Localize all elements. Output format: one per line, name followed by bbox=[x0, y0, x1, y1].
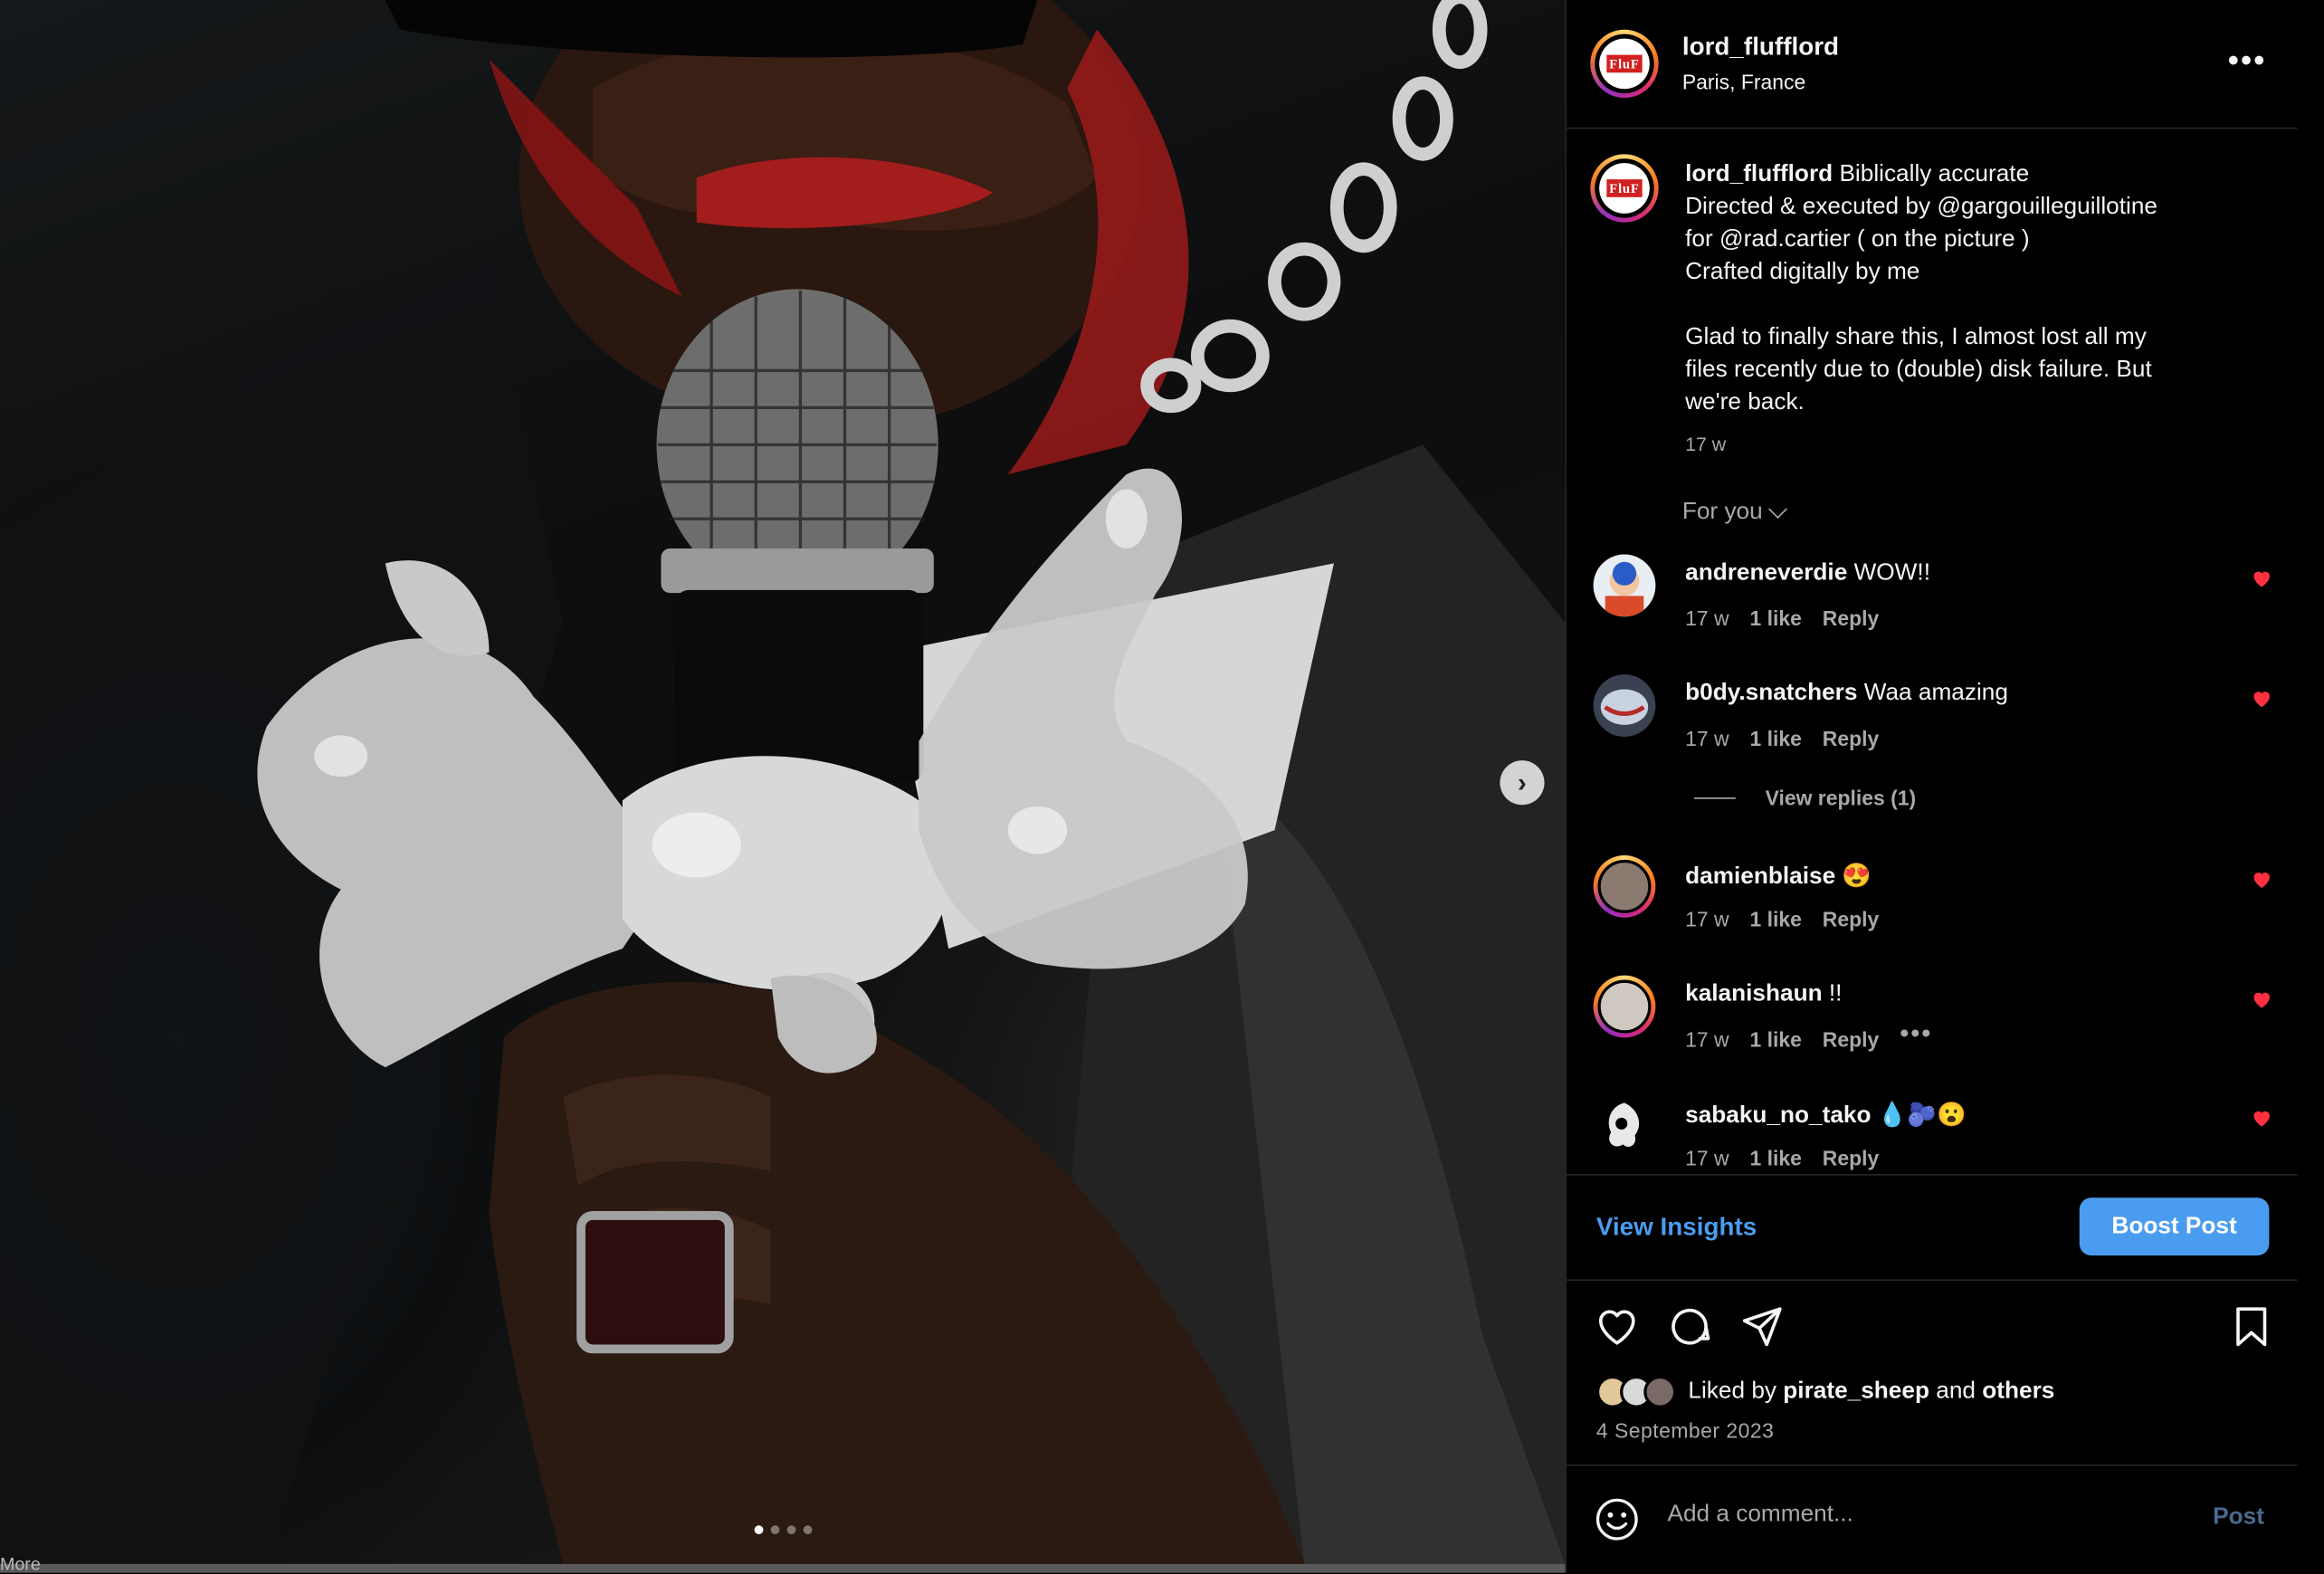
post-header: FluF lord_flufflord Paris, France ••• bbox=[1567, 0, 2300, 129]
heart-filled-icon[interactable] bbox=[2250, 1106, 2273, 1130]
caption-author-avatar[interactable]: FluF bbox=[1590, 154, 1659, 223]
caption-line: we're back. bbox=[1685, 389, 1805, 415]
emoji-icon[interactable] bbox=[1594, 1495, 1641, 1542]
caption-line: Crafted digitally by me bbox=[1685, 259, 1920, 285]
comment-input[interactable] bbox=[1667, 1502, 2172, 1529]
comment-time: 17 w bbox=[1685, 606, 1729, 631]
commenter-username[interactable]: b0dy.snatchers bbox=[1685, 681, 1857, 706]
comment-time: 17 w bbox=[1685, 907, 1729, 931]
commenter-username[interactable]: sabaku_no_tako bbox=[1685, 1102, 1871, 1128]
comment-text: 😍 bbox=[1835, 863, 1872, 890]
carousel-dot bbox=[786, 1525, 795, 1535]
caption-first-line: Biblically accurate bbox=[1833, 161, 2030, 187]
author-avatar[interactable]: FluF bbox=[1590, 29, 1659, 99]
sort-label: For you bbox=[1681, 499, 1763, 525]
heart-icon[interactable] bbox=[1594, 1303, 1641, 1350]
liker-avatar bbox=[1643, 1375, 1677, 1408]
comment-item: andreneverdie WOW!! 17 w 1 like Reply bbox=[1567, 554, 2299, 659]
comment-likes[interactable]: 1 like bbox=[1749, 1027, 1801, 1051]
caption-line: Glad to finally share this, I almost los… bbox=[1685, 324, 2147, 350]
comment-likes[interactable]: 1 like bbox=[1749, 1146, 1801, 1169]
post-location[interactable]: Paris, France bbox=[1682, 70, 1805, 93]
liker-username[interactable]: pirate_sheep bbox=[1783, 1378, 1929, 1404]
author-username[interactable]: lord_flufflord bbox=[1682, 33, 1839, 62]
comment-text: WOW!! bbox=[1847, 560, 1930, 586]
carousel-indicator bbox=[0, 1525, 1565, 1535]
next-photo-button[interactable]: › bbox=[1500, 760, 1545, 806]
view-insights-link[interactable]: View Insights bbox=[1596, 1213, 1757, 1243]
bookmark-icon[interactable] bbox=[2228, 1303, 2275, 1350]
caption-line: files recently due to (double) disk fail… bbox=[1685, 357, 2152, 383]
reply-button[interactable]: Reply bbox=[1823, 726, 1879, 749]
carousel-dot bbox=[753, 1525, 763, 1535]
commenter-avatar[interactable] bbox=[1593, 854, 1656, 918]
view-replies-label: View replies (1) bbox=[1765, 786, 1917, 810]
view-replies-button[interactable]: View replies (1) bbox=[1693, 786, 1917, 810]
post-side-panel: FluF lord_flufflord Paris, France ••• Fl… bbox=[1565, 0, 2300, 1574]
heart-filled-icon[interactable] bbox=[2250, 987, 2273, 1011]
caption-username[interactable]: lord_flufflord bbox=[1685, 162, 1833, 187]
reply-button[interactable]: Reply bbox=[1823, 907, 1879, 930]
chevron-down-icon bbox=[1768, 499, 1788, 519]
reply-button[interactable]: Reply bbox=[1823, 1146, 1879, 1169]
carousel-dot bbox=[769, 1525, 779, 1535]
reply-button[interactable]: Reply bbox=[1823, 1027, 1879, 1051]
post-caption: lord_flufflord Biblically accurate Direc… bbox=[1685, 158, 2234, 419]
post-modal: › More FluF lord_flufflord Paris, France… bbox=[0, 0, 2324, 1574]
add-comment-bar: Post bbox=[1567, 1464, 2300, 1574]
comment-item: sabaku_no_tako 💧🫐😮 17 w 1 like Reply bbox=[1567, 1093, 2299, 1174]
comment-item: b0dy.snatchers Waa amazing 17 w 1 like R… bbox=[1567, 674, 2299, 778]
commenter-avatar[interactable] bbox=[1593, 674, 1656, 737]
commenter-avatar[interactable] bbox=[1593, 1093, 1656, 1157]
heart-filled-icon[interactable] bbox=[2250, 686, 2273, 710]
comment-time: 17 w bbox=[1685, 1026, 1729, 1052]
commenter-avatar[interactable] bbox=[1593, 975, 1656, 1038]
comment-icon[interactable] bbox=[1666, 1303, 1713, 1350]
comment-sort-dropdown[interactable]: For you bbox=[1681, 499, 1788, 526]
reply-button[interactable]: Reply bbox=[1823, 606, 1879, 630]
comment-item: kalanishaun !! 17 w 1 like Reply ••• bbox=[1567, 975, 2299, 1080]
chevron-right-icon: › bbox=[1518, 767, 1527, 797]
caption-line: Directed & executed by @gargouilleguillo… bbox=[1685, 194, 2158, 220]
post-date: 4 September 2023 bbox=[1595, 1418, 1775, 1443]
likes-prefix: Liked by bbox=[1688, 1378, 1784, 1404]
carousel-dot bbox=[802, 1525, 812, 1535]
caption-line: for @rad.cartier ( on the picture ) bbox=[1685, 226, 2030, 253]
comment-likes[interactable]: 1 like bbox=[1749, 606, 1801, 630]
photo-illustration bbox=[0, 0, 1566, 1564]
heart-filled-icon[interactable] bbox=[2250, 867, 2273, 891]
author-logo: FluF bbox=[1605, 54, 1643, 73]
comment-time: 17 w bbox=[1685, 1145, 1729, 1170]
boost-post-button[interactable]: Boost Post bbox=[2079, 1197, 2270, 1256]
commenter-username[interactable]: damienblaise bbox=[1685, 864, 1835, 890]
comment-text: !! bbox=[1822, 981, 1843, 1007]
comment-text: Waa amazing bbox=[1857, 680, 2008, 706]
more-label: More bbox=[0, 1553, 41, 1574]
likes-middle: and bbox=[1929, 1378, 1983, 1404]
commenter-username[interactable]: kalanishaun bbox=[1685, 981, 1822, 1006]
post-comment-button[interactable]: Post bbox=[2213, 1504, 2264, 1531]
post-actions bbox=[1567, 1297, 2299, 1357]
heart-filled-icon[interactable] bbox=[2250, 567, 2273, 590]
more-options-icon[interactable]: ••• bbox=[2228, 42, 2267, 81]
likes-summary[interactable]: Liked by pirate_sheep and others bbox=[1595, 1375, 2054, 1408]
share-icon[interactable] bbox=[1738, 1303, 1786, 1350]
comment-likes[interactable]: 1 like bbox=[1749, 907, 1801, 930]
scrollbar[interactable] bbox=[2297, 0, 2324, 1573]
comment-text: 💧🫐😮 bbox=[1871, 1102, 1967, 1129]
caption-timestamp: 17 w bbox=[1685, 433, 1727, 455]
post-photo[interactable]: › bbox=[0, 0, 1566, 1564]
comment-more-icon[interactable]: ••• bbox=[1900, 1018, 1932, 1051]
divider bbox=[1693, 797, 1736, 798]
insights-bar: View Insights Boost Post bbox=[1567, 1174, 2300, 1282]
author-logo: FluF bbox=[1605, 179, 1643, 197]
likes-others[interactable]: others bbox=[1982, 1378, 2054, 1404]
comment-item: damienblaise 😍 17 w 1 like Reply bbox=[1567, 854, 2299, 959]
commenter-username[interactable]: andreneverdie bbox=[1685, 560, 1847, 586]
commenter-avatar[interactable] bbox=[1593, 554, 1656, 617]
comment-likes[interactable]: 1 like bbox=[1749, 726, 1801, 749]
comment-time: 17 w bbox=[1685, 726, 1729, 750]
